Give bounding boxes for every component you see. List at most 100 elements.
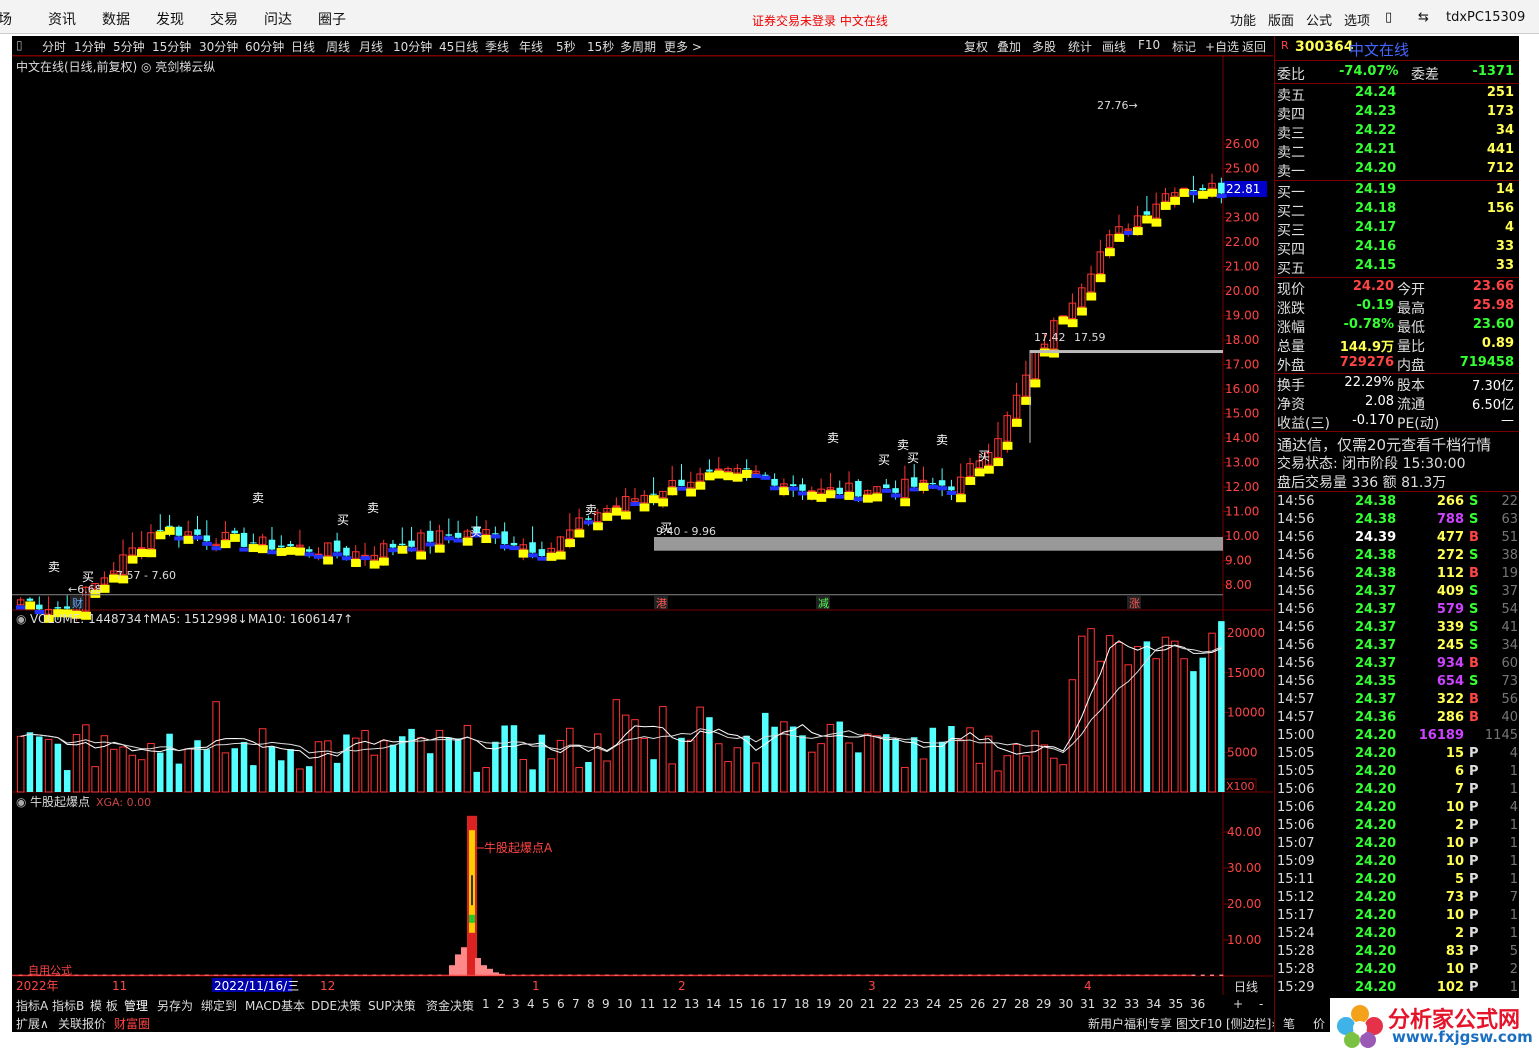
buy-level[interactable]: 买三 24.17 4 — [1275, 219, 1519, 239]
indicator-tab-42[interactable]: 33 — [1124, 997, 1139, 1011]
quote-footer-tab-0[interactable]: 笔 — [1283, 1015, 1295, 1032]
indicator-tab-24[interactable]: 15 — [728, 997, 743, 1011]
price-tick: 25.00 — [1225, 162, 1259, 176]
buy-level[interactable]: 买一 24.19 14 — [1275, 181, 1519, 201]
indicator-tab-21[interactable]: 12 — [662, 997, 677, 1011]
indicator-tab-ctrl-1[interactable]: - — [1259, 997, 1263, 1011]
price-tick: 17.00 — [1225, 358, 1259, 372]
buy-level[interactable]: 买五 24.15 33 — [1275, 257, 1519, 277]
indicator-collapse-icon[interactable]: ◉ — [16, 795, 26, 809]
indicator-tab-35[interactable]: 26 — [970, 997, 985, 1011]
volume-bar — [333, 762, 341, 792]
indicator-tab-0[interactable]: 指标A — [16, 997, 48, 1014]
indicator-tab-44[interactable]: 35 — [1168, 997, 1183, 1011]
status-left-2[interactable]: 财富圈 — [114, 1015, 150, 1032]
indicator-tab-43[interactable]: 34 — [1146, 997, 1161, 1011]
sell-level[interactable]: 卖三 24.22 34 — [1275, 122, 1519, 142]
indicator-tab-23[interactable]: 14 — [706, 997, 721, 1011]
info-line[interactable]: 通达信，仅需20元查看千档行情 — [1275, 433, 1519, 454]
indicator-tab-41[interactable]: 32 — [1102, 997, 1117, 1011]
indicator-tab-11[interactable]: 2 — [497, 997, 505, 1011]
indicator-tab-29[interactable]: 20 — [838, 997, 853, 1011]
indicator-tab-31[interactable]: 22 — [882, 997, 897, 1011]
signal-mark: 买 — [82, 570, 94, 584]
indicator-tab-33[interactable]: 24 — [926, 997, 941, 1011]
event-mark[interactable]: 财 — [72, 596, 83, 610]
event-mark[interactable]: 港 — [656, 597, 667, 610]
stock-code: 300364 — [1295, 39, 1354, 55]
buy-level[interactable]: 买二 24.18 156 — [1275, 200, 1519, 220]
menu-1[interactable]: 资讯 — [48, 9, 76, 29]
indicator-tab-22[interactable]: 13 — [684, 997, 699, 1011]
indicator-tab-40[interactable]: 31 — [1080, 997, 1095, 1011]
indicator-tab-8[interactable]: SUP决策 — [368, 997, 416, 1014]
indicator-tab-19[interactable]: 10 — [617, 997, 632, 1011]
indicator-tab-1[interactable]: 指标B — [52, 997, 84, 1014]
indicator-tab-12[interactable]: 3 — [512, 997, 520, 1011]
indicator-tab-7[interactable]: DDE决策 — [311, 997, 361, 1014]
indicator-tab-32[interactable]: 23 — [904, 997, 919, 1011]
indicator-tab-17[interactable]: 8 — [587, 997, 595, 1011]
menu-5[interactable]: 问达 — [264, 9, 292, 29]
menu-right-6[interactable]: tdxPC15309 — [1446, 10, 1525, 25]
indicator-tab-45[interactable]: 36 — [1190, 997, 1205, 1011]
menu-4[interactable]: 交易 — [210, 9, 238, 29]
indicator-tab-38[interactable]: 29 — [1036, 997, 1051, 1011]
indicator-tab-20[interactable]: 11 — [640, 997, 655, 1011]
volume-tick: 10000 — [1227, 706, 1265, 720]
menu-right-5[interactable]: ⇆ — [1418, 10, 1429, 25]
indicator-tab-4[interactable]: 另存为 — [157, 997, 193, 1014]
status-left-1[interactable]: 关联报价 — [58, 1015, 106, 1032]
indicator-tab-2[interactable]: 模 板 — [90, 997, 118, 1014]
indicator-tab-5[interactable]: 绑定到 — [201, 997, 237, 1014]
indicator-tab-36[interactable]: 27 — [992, 997, 1007, 1011]
logo-url: www.fxjgsw.com — [1392, 1028, 1533, 1046]
candle-body — [538, 549, 546, 556]
indicator-tab-13[interactable]: 4 — [527, 997, 535, 1011]
indicator-tab-3[interactable]: 管理 — [124, 997, 148, 1014]
indicator-tab-14[interactable]: 5 — [542, 997, 550, 1011]
menu-right-1[interactable]: 版面 — [1268, 10, 1294, 29]
event-mark[interactable]: 减 — [818, 597, 829, 610]
indicator-tab-30[interactable]: 21 — [860, 997, 875, 1011]
status-right-2[interactable]: [侧边栏]» — [1226, 1015, 1279, 1032]
login-status[interactable]: 证券交易未登录 中文在线 — [752, 12, 888, 29]
menu-right-4[interactable]: ▯ — [1385, 10, 1392, 25]
indicator-tab-26[interactable]: 17 — [772, 997, 787, 1011]
indicator-tab-27[interactable]: 18 — [794, 997, 809, 1011]
sell-level[interactable]: 卖五 24.24 251 — [1275, 84, 1519, 104]
indicator-tab-25[interactable]: 16 — [750, 997, 765, 1011]
status-right-0[interactable]: 新用户福利专享 — [1088, 1015, 1172, 1032]
event-mark[interactable]: 涨 — [1129, 597, 1140, 610]
indicator-tab-37[interactable]: 28 — [1014, 997, 1029, 1011]
buy-level[interactable]: 买四 24.16 33 — [1275, 238, 1519, 258]
indicator-tab-9[interactable]: 资金决策 — [426, 997, 474, 1014]
ladder-segment — [797, 491, 808, 496]
menu-right-3[interactable]: 选项 — [1344, 10, 1370, 29]
indicator-tab-10[interactable]: 1 — [482, 997, 490, 1011]
indicator-tab-18[interactable]: 9 — [602, 997, 610, 1011]
indicator-tab-16[interactable]: 7 — [572, 997, 580, 1011]
indicator-tab-28[interactable]: 19 — [816, 997, 831, 1011]
menu-3[interactable]: 发现 — [156, 9, 184, 29]
indicator-tab-34[interactable]: 25 — [948, 997, 963, 1011]
indicator-tab-ctrl-0[interactable]: + — [1233, 997, 1243, 1011]
sell-level[interactable]: 卖二 24.21 441 — [1275, 141, 1519, 161]
menu-0[interactable]: 场 — [0, 9, 12, 29]
kline-chart[interactable]: 26.0025.0024.0023.0022.0021.0020.0019.00… — [12, 36, 1273, 1032]
indicator-tab-39[interactable]: 30 — [1058, 997, 1073, 1011]
status-left-0[interactable]: 扩展∧ — [16, 1015, 49, 1032]
volume-bar — [408, 728, 415, 792]
menu-2[interactable]: 数据 — [102, 9, 130, 29]
volume-collapse-icon[interactable]: ◉ — [16, 612, 26, 626]
indicator-tab-6[interactable]: MACD基本 — [245, 997, 305, 1014]
quote-footer-tab-1[interactable]: 价 — [1313, 1015, 1325, 1032]
status-right-1[interactable]: 图文F10 — [1176, 1015, 1222, 1032]
menu-6[interactable]: 圈子 — [318, 9, 346, 29]
ladder-segment — [900, 498, 911, 507]
indicator-tab-15[interactable]: 6 — [557, 997, 565, 1011]
menu-right-2[interactable]: 公式 — [1306, 10, 1332, 29]
sell-level[interactable]: 卖四 24.23 173 — [1275, 103, 1519, 123]
menu-right-0[interactable]: 功能 — [1230, 10, 1256, 29]
sell-level[interactable]: 卖一 24.20 712 — [1275, 160, 1519, 180]
